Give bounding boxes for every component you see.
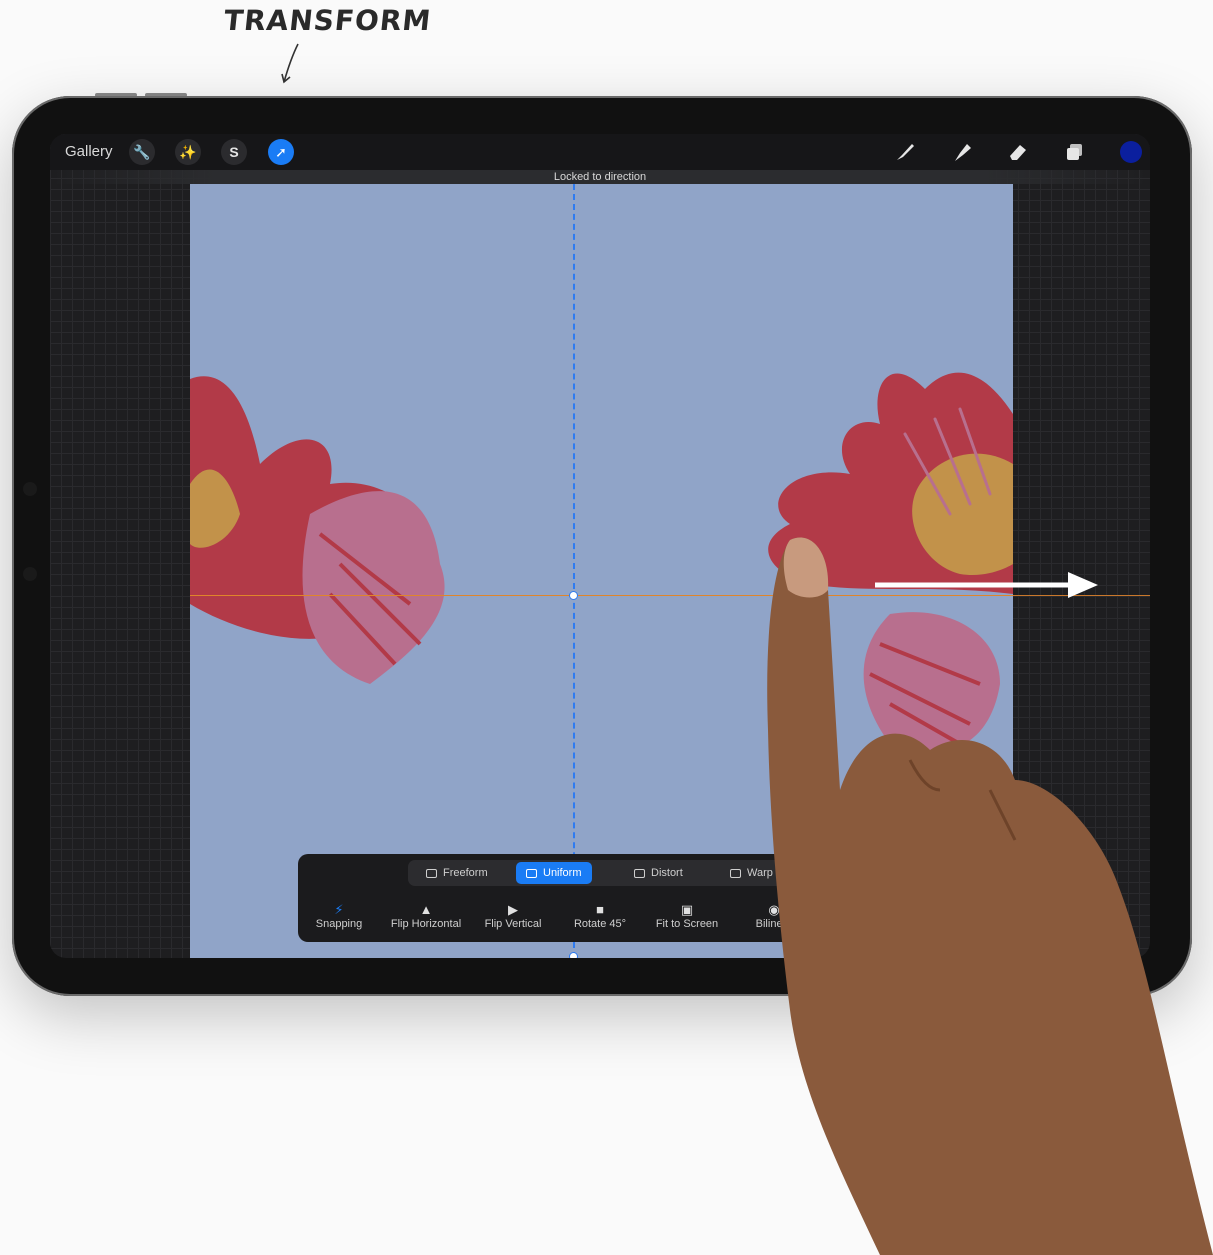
transform-annotation: TRANSFORM: [222, 4, 434, 37]
gallery-button[interactable]: Gallery: [65, 143, 113, 160]
color-swatch[interactable]: [1120, 141, 1142, 163]
transform-arrow-icon[interactable]: ➚: [268, 139, 294, 165]
hand-gesture-illustration: [767, 537, 1213, 1255]
mode-label: Uniform: [543, 867, 582, 879]
brush-icon[interactable]: [893, 140, 917, 164]
flip-horizontal-icon: ▲: [419, 902, 433, 917]
annotation-arrow-icon: [281, 43, 299, 84]
flip-horizontal-button[interactable]: ▲ Flip Horizontal: [383, 902, 469, 930]
snapping-bolt-icon: ⚡: [334, 902, 344, 917]
mode-freeform[interactable]: Freeform: [416, 862, 498, 884]
mode-distort[interactable]: Distort: [624, 862, 693, 884]
camera-dot: [23, 567, 37, 581]
warp-icon: [730, 868, 741, 878]
top-toolbar: Gallery 🔧 ✨ S ➚: [50, 134, 1150, 170]
magic-wand-icon[interactable]: ✨: [175, 139, 201, 165]
transform-center-handle[interactable]: [569, 591, 578, 600]
fit-to-screen-button[interactable]: ▣ Fit to Screen: [644, 902, 730, 930]
smudge-icon[interactable]: [950, 140, 974, 164]
flip-vertical-icon: ▶: [508, 902, 518, 917]
freeform-icon: [426, 868, 437, 878]
distort-icon: [634, 868, 645, 878]
vertical-snap-guide: [573, 184, 575, 958]
selection-s-icon[interactable]: S: [221, 139, 247, 165]
eraser-icon[interactable]: [1006, 140, 1030, 164]
action-label: Flip Vertical: [484, 918, 542, 930]
mode-uniform[interactable]: Uniform: [516, 862, 592, 884]
action-label: Snapping: [315, 918, 363, 930]
flip-vertical-button[interactable]: ▶ Flip Vertical: [470, 902, 556, 930]
layers-icon[interactable]: [1063, 140, 1087, 164]
camera-dot: [23, 482, 37, 496]
mode-label: Freeform: [443, 867, 488, 879]
wrench-icon[interactable]: 🔧: [129, 139, 155, 165]
action-label: Rotate 45°: [573, 918, 627, 930]
status-message: Locked to direction: [50, 170, 1150, 184]
action-label: Fit to Screen: [655, 918, 719, 930]
transform-mode-selector: Freeform Uniform Distort Warp: [408, 860, 794, 886]
uniform-icon: [526, 868, 537, 878]
rotate-icon: ■: [596, 902, 604, 917]
mode-label: Distort: [651, 867, 683, 879]
fit-to-screen-icon: ▣: [680, 902, 694, 917]
transform-bottom-handle[interactable]: [569, 952, 578, 958]
action-label: Flip Horizontal: [390, 918, 462, 930]
transform-panel: Freeform Uniform Distort Warp ⚡ Snapping …: [298, 854, 818, 942]
snapping-button[interactable]: ⚡ Snapping: [296, 902, 382, 930]
rotate-45-button[interactable]: ■ Rotate 45°: [557, 902, 643, 930]
